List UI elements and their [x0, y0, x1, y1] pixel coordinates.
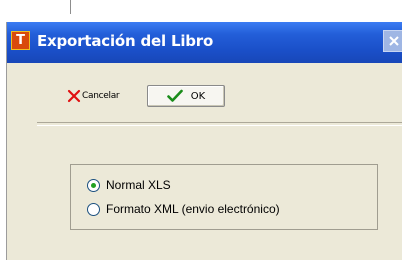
app-icon: T — [11, 31, 30, 50]
radio-button-formato-xml[interactable] — [87, 202, 100, 216]
title-bar[interactable]: T Exportación del Libro — [7, 22, 402, 63]
toolbar-separator — [37, 122, 402, 126]
app-icon-letter: T — [16, 33, 25, 48]
cancel-label: Cancelar — [82, 91, 120, 101]
close-button[interactable] — [383, 30, 402, 52]
radio-option-formato-xml[interactable]: Formato XML (envio electrónico) — [87, 201, 280, 217]
green-check-icon — [166, 89, 183, 102]
radio-option-normal-xls[interactable]: Normal XLS — [87, 177, 171, 193]
radio-label-formato-xml: Formato XML (envio electrónico) — [106, 202, 280, 216]
radio-label-normal-xls: Normal XLS — [106, 178, 171, 192]
export-format-group: Normal XLS Formato XML (envio electrónic… — [70, 164, 378, 230]
dialog-title: Exportación del Libro — [37, 32, 214, 50]
cancel-button[interactable]: Cancelar — [67, 87, 120, 105]
ok-label: OK — [190, 90, 206, 102]
export-dialog: T Exportación del Libro Cancelar OK Norm… — [6, 22, 402, 260]
radio-button-normal-xls[interactable] — [87, 178, 100, 192]
close-icon — [388, 36, 399, 46]
red-x-icon — [67, 89, 81, 103]
radio-selected-dot — [91, 182, 96, 188]
background-window-line — [70, 0, 71, 14]
ok-button[interactable]: OK — [147, 85, 225, 107]
